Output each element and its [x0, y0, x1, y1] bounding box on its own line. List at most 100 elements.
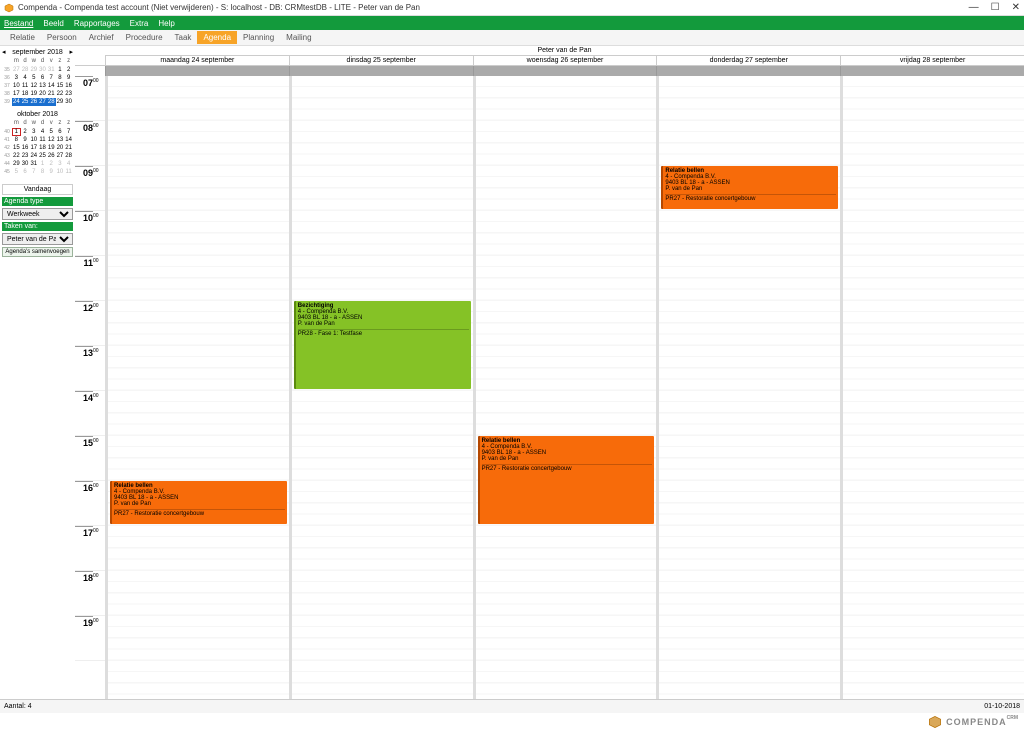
allday-slot[interactable] [656, 66, 840, 76]
allday-slot[interactable] [473, 66, 657, 76]
cal-day[interactable]: 2 [47, 160, 56, 168]
cal-day[interactable]: 27 [56, 152, 65, 160]
cal-day[interactable]: 1 [56, 66, 65, 74]
cal-day[interactable]: 17 [12, 90, 21, 98]
cal-day[interactable]: 13 [56, 136, 65, 144]
cal-day[interactable]: 4 [21, 74, 30, 82]
next-month-icon[interactable]: ▸ [69, 48, 73, 56]
cal-day[interactable]: 30 [64, 98, 73, 106]
cal-day[interactable]: 26 [29, 98, 38, 106]
cal-day[interactable]: 11 [64, 168, 73, 176]
cal-day[interactable]: 4 [38, 128, 47, 136]
cal-day[interactable]: 1 [38, 160, 47, 168]
cal-day[interactable]: 18 [21, 90, 30, 98]
cal-day[interactable]: 17 [29, 144, 38, 152]
cal-day[interactable]: 27 [38, 98, 47, 106]
cal-day[interactable]: 26 [47, 152, 56, 160]
cal-day[interactable]: 25 [21, 98, 30, 106]
cal-day[interactable]: 11 [38, 136, 47, 144]
cal-day[interactable]: 27 [12, 66, 21, 74]
cal-day[interactable]: 22 [56, 90, 65, 98]
cal-day[interactable]: 31 [47, 66, 56, 74]
event[interactable]: Bezichtiging4 - Compenda B.V.9403 BL 18 … [294, 301, 471, 389]
cal-day[interactable]: 23 [21, 152, 30, 160]
day-header-3[interactable]: donderdag 27 september [656, 56, 840, 65]
day-column-3[interactable]: Relatie bellen4 - Compenda B.V.9403 BL 1… [656, 76, 840, 699]
tab-agenda[interactable]: Agenda [197, 31, 237, 44]
cal-day[interactable]: 8 [12, 136, 21, 144]
cal-day[interactable]: 6 [21, 168, 30, 176]
cal-day[interactable]: 10 [29, 136, 38, 144]
cal-day[interactable]: 5 [29, 74, 38, 82]
cal-day[interactable]: 24 [29, 152, 38, 160]
day-column-1[interactable]: Bezichtiging4 - Compenda B.V.9403 BL 18 … [289, 76, 473, 699]
day-header-0[interactable]: maandag 24 september [105, 56, 289, 65]
day-column-0[interactable]: Relatie bellen4 - Compenda B.V.9403 BL 1… [105, 76, 289, 699]
menu-bestand[interactable]: Bestand [4, 19, 33, 28]
cal-day[interactable]: 10 [56, 168, 65, 176]
takenvan-select[interactable]: Peter van de Pan [2, 233, 73, 245]
tab-archief[interactable]: Archief [83, 31, 120, 44]
cal-day[interactable]: 20 [38, 90, 47, 98]
cal-day[interactable]: 29 [29, 66, 38, 74]
cal-day[interactable]: 7 [64, 128, 73, 136]
cal-day[interactable]: 9 [47, 168, 56, 176]
cal-day[interactable]: 9 [21, 136, 30, 144]
cal-day[interactable]: 3 [29, 128, 38, 136]
tab-mailing[interactable]: Mailing [280, 31, 317, 44]
event[interactable]: Relatie bellen4 - Compenda B.V.9403 BL 1… [661, 166, 838, 209]
cal-day[interactable]: 20 [56, 144, 65, 152]
cal-day[interactable]: 6 [38, 74, 47, 82]
cal-day[interactable]: 3 [56, 160, 65, 168]
cal-day[interactable]: 6 [56, 128, 65, 136]
prev-month-icon[interactable]: ◂ [2, 48, 6, 56]
cal-day[interactable]: 8 [56, 74, 65, 82]
day-header-2[interactable]: woensdag 26 september [473, 56, 657, 65]
cal-day[interactable]: 9 [64, 74, 73, 82]
cal-day[interactable]: 22 [12, 152, 21, 160]
cal-day[interactable]: 14 [64, 136, 73, 144]
cal-day[interactable]: 21 [64, 144, 73, 152]
cal-day[interactable]: 15 [12, 144, 21, 152]
merge-agendas-button[interactable]: Agenda's samenvoegen [2, 247, 73, 257]
cal-day[interactable]: 15 [56, 82, 65, 90]
cal-day[interactable]: 13 [38, 82, 47, 90]
tab-procedure[interactable]: Procedure [120, 31, 169, 44]
cal-day[interactable]: 29 [12, 160, 21, 168]
cal-day[interactable]: 12 [29, 82, 38, 90]
event[interactable]: Relatie bellen4 - Compenda B.V.9403 BL 1… [110, 481, 287, 524]
menu-beeld[interactable]: Beeld [43, 19, 63, 28]
cal-day[interactable]: 21 [47, 90, 56, 98]
day-header-1[interactable]: dinsdag 25 september [289, 56, 473, 65]
cal-day[interactable]: 2 [64, 66, 73, 74]
cal-day[interactable]: 31 [29, 160, 38, 168]
cal-day[interactable]: 16 [64, 82, 73, 90]
minimize-button[interactable]: — [969, 2, 979, 13]
day-header-4[interactable]: vrijdag 28 september [840, 56, 1024, 65]
cal-day[interactable]: 2 [21, 128, 30, 136]
cal-day[interactable]: 7 [29, 168, 38, 176]
cal-day[interactable]: 16 [21, 144, 30, 152]
cal-day[interactable]: 3 [12, 74, 21, 82]
cal-day[interactable]: 12 [47, 136, 56, 144]
agendatype-select[interactable]: Werkweek [2, 208, 73, 220]
menu-extra[interactable]: Extra [130, 19, 149, 28]
tab-taak[interactable]: Taak [169, 31, 198, 44]
cal-day[interactable]: 11 [21, 82, 30, 90]
today-button[interactable]: Vandaag [2, 184, 73, 195]
cal-day[interactable]: 18 [38, 144, 47, 152]
day-column-4[interactable] [840, 76, 1024, 699]
cal-day[interactable]: 28 [21, 66, 30, 74]
cal-day[interactable]: 19 [47, 144, 56, 152]
menu-rapportages[interactable]: Rapportages [74, 19, 120, 28]
cal-day[interactable]: 4 [64, 160, 73, 168]
tab-relatie[interactable]: Relatie [4, 31, 41, 44]
cal-day[interactable]: 23 [64, 90, 73, 98]
cal-day[interactable]: 7 [47, 74, 56, 82]
cal-day[interactable]: 24 [12, 98, 21, 106]
day-column-2[interactable]: Relatie bellen4 - Compenda B.V.9403 BL 1… [473, 76, 657, 699]
cal-day[interactable]: 25 [38, 152, 47, 160]
allday-slot[interactable] [840, 66, 1024, 76]
cal-day[interactable]: 5 [47, 128, 56, 136]
tab-persoon[interactable]: Persoon [41, 31, 83, 44]
